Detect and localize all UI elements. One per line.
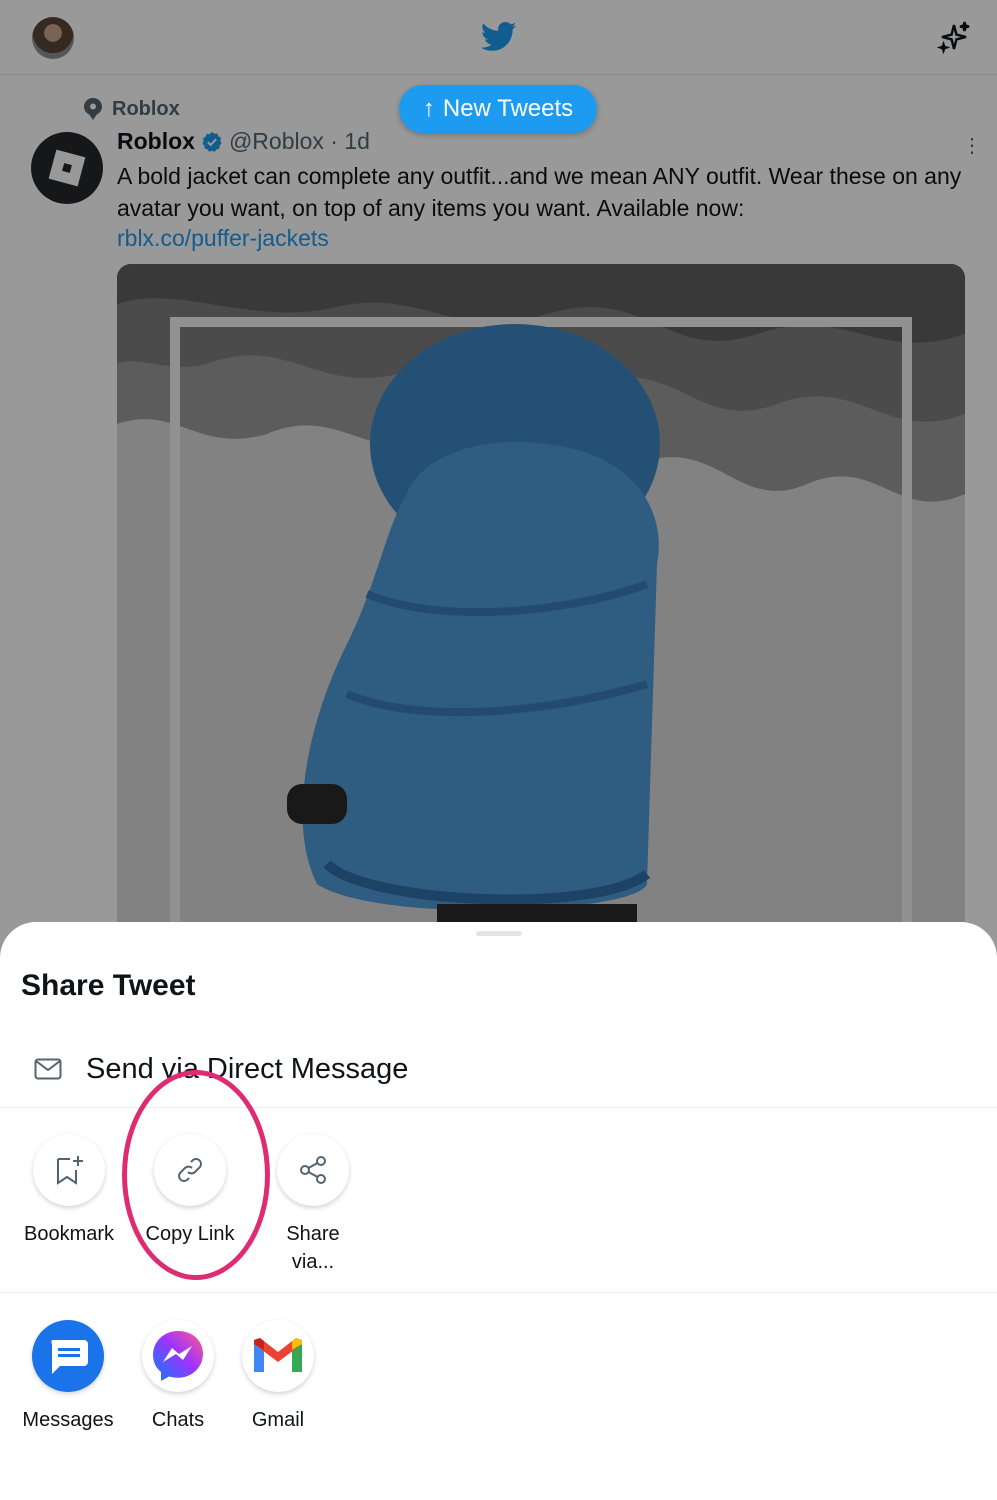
sheet-title: Share Tweet bbox=[21, 969, 196, 1002]
dm-label: Send via Direct Message bbox=[86, 1052, 409, 1085]
gmail-app-button[interactable]: Gmail bbox=[228, 1320, 328, 1434]
twitter-bird-icon[interactable] bbox=[481, 22, 517, 52]
chats-app-button[interactable]: Chats bbox=[128, 1320, 228, 1434]
gmail-app-icon bbox=[242, 1320, 314, 1392]
messages-app-button[interactable]: Messages bbox=[18, 1320, 118, 1434]
top-bar bbox=[0, 0, 997, 75]
more-options-icon[interactable]: ⋮ bbox=[962, 133, 982, 158]
tweet-link[interactable]: rblx.co/puffer-jackets bbox=[117, 225, 329, 252]
share-via-label: Share via... bbox=[286, 1223, 340, 1273]
arrow-up-icon: ↑ bbox=[422, 95, 435, 122]
tweet-header: Roblox @Roblox · 1d bbox=[117, 128, 370, 155]
messenger-app-icon bbox=[142, 1320, 214, 1392]
author-handle: @Roblox · 1d bbox=[228, 128, 370, 154]
tweet-media[interactable] bbox=[117, 264, 965, 964]
verified-badge-icon bbox=[202, 131, 222, 152]
new-tweets-label: New Tweets bbox=[442, 95, 574, 122]
jacket-image bbox=[117, 264, 965, 964]
author-avatar[interactable] bbox=[31, 132, 103, 204]
pinned-context: Roblox bbox=[84, 97, 180, 121]
messages-app-icon bbox=[32, 1320, 104, 1392]
topic-icon bbox=[84, 98, 102, 120]
share-via-button[interactable]: Share via... bbox=[261, 1134, 365, 1276]
new-tweets-button[interactable]: ↑ New Tweets bbox=[399, 85, 597, 133]
pinned-label: Roblox bbox=[112, 97, 180, 120]
share-sheet: Share Tweet Send via Direct Message Book… bbox=[0, 922, 997, 1500]
envelope-icon bbox=[34, 1058, 62, 1080]
bookmark-button[interactable]: Bookmark bbox=[17, 1134, 121, 1248]
profile-avatar[interactable] bbox=[32, 17, 74, 59]
tweet-text: A bold jacket can complete any outfit...… bbox=[117, 163, 962, 221]
share-circle bbox=[277, 1134, 349, 1206]
divider bbox=[0, 1292, 997, 1293]
author-name[interactable]: Roblox bbox=[117, 128, 195, 155]
highlight-circle bbox=[122, 1070, 270, 1280]
share-icon bbox=[300, 1156, 326, 1184]
messages-label: Messages bbox=[22, 1409, 114, 1431]
chats-label: Chats bbox=[151, 1409, 205, 1431]
bookmark-add-icon bbox=[57, 1156, 83, 1185]
drag-handle[interactable] bbox=[476, 931, 522, 936]
bookmark-circle bbox=[33, 1134, 105, 1206]
sparkle-icon[interactable] bbox=[936, 19, 972, 55]
bookmark-label: Bookmark bbox=[23, 1223, 115, 1245]
gmail-label: Gmail bbox=[251, 1409, 305, 1431]
